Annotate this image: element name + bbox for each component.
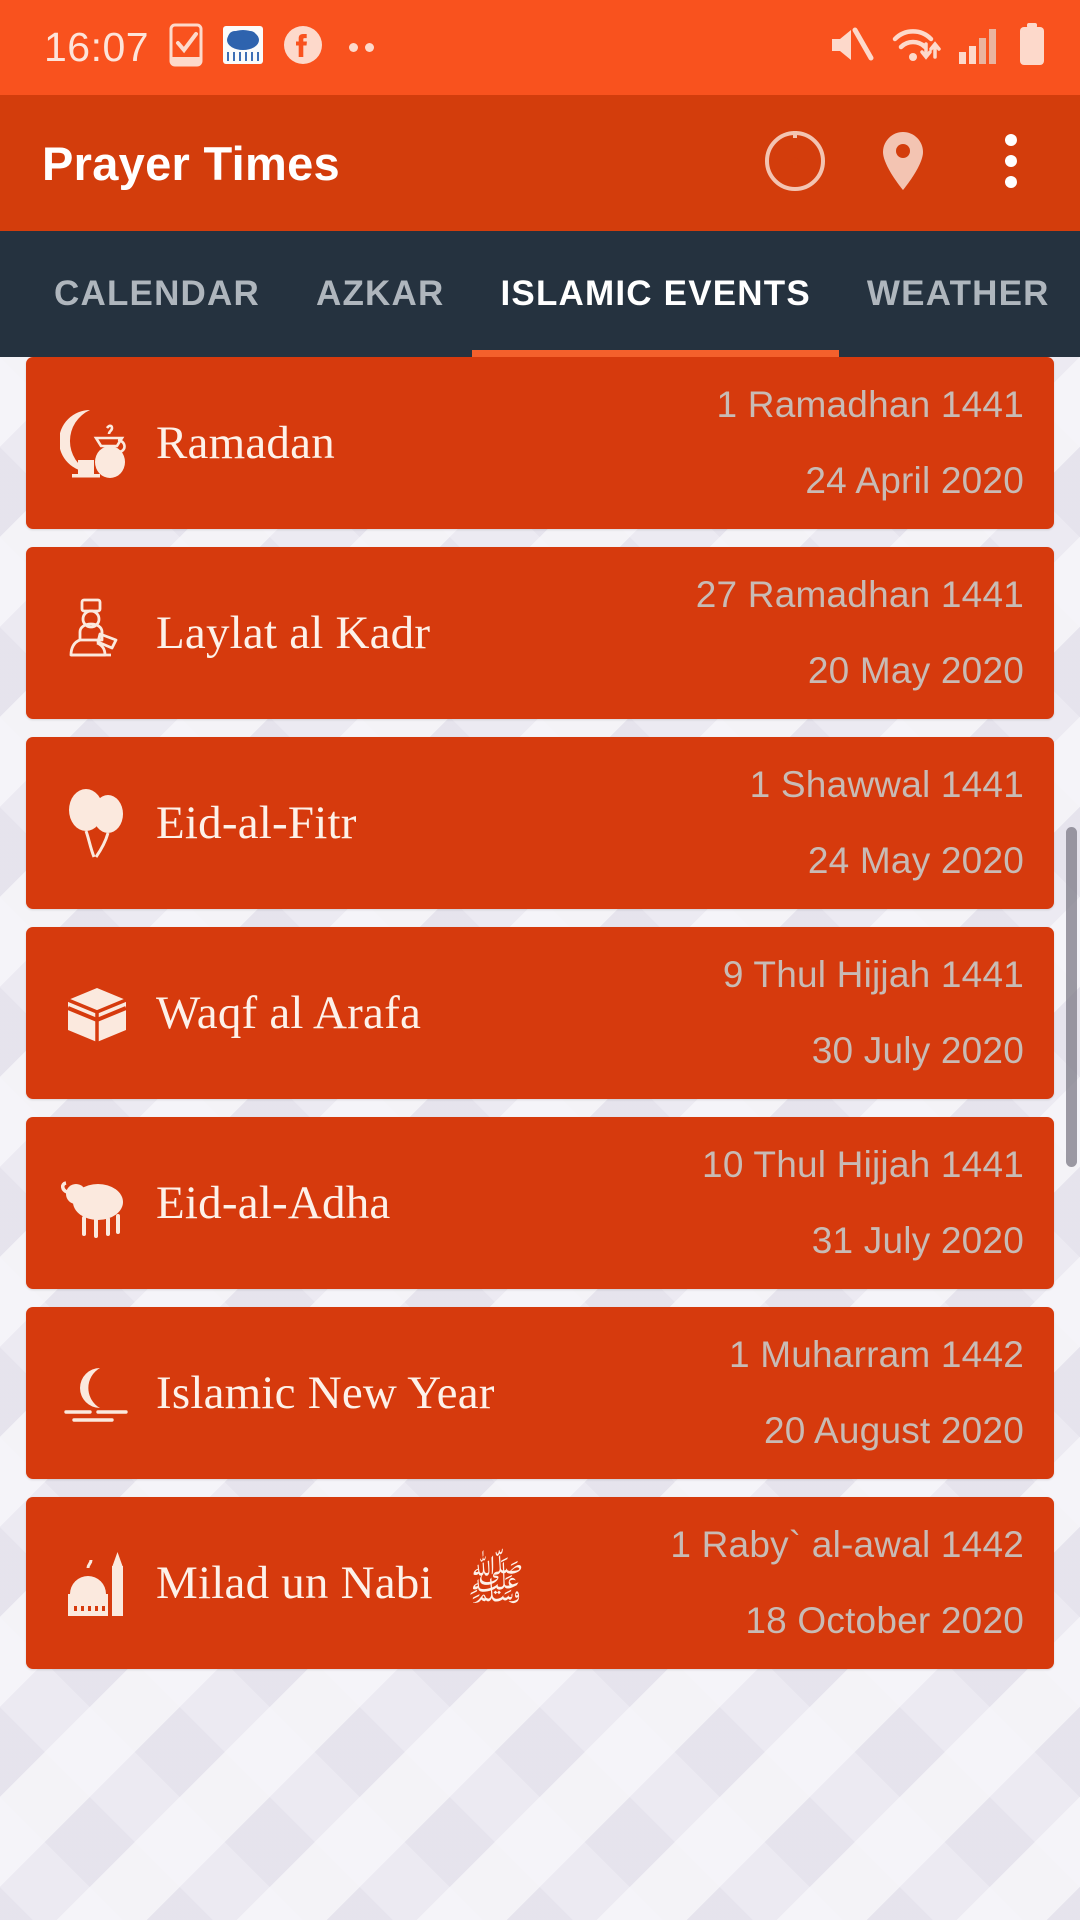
- hijri-date: 10 Thul Hijjah 1441: [702, 1144, 1024, 1185]
- weather-rain-icon: [223, 24, 264, 71]
- event-name: Islamic New Year: [156, 1367, 495, 1419]
- event-card-dates: 1 Ramadhan 1441 24 April 2020: [717, 357, 1024, 529]
- event-card-ramadan[interactable]: Ramadan 1 Ramadhan 1441 24 April 2020: [26, 357, 1054, 529]
- status-bar-right: [828, 23, 1046, 72]
- event-name: Milad un Nabi: [156, 1557, 433, 1609]
- event-card-eid-al-adha[interactable]: Eid-al-Adha 10 Thul Hijjah 1441 31 July …: [26, 1117, 1054, 1289]
- islamic-events-list[interactable]: Ramadan 1 Ramadhan 1441 24 April 2020 La…: [0, 357, 1080, 1920]
- event-card-left: Eid-al-Adha: [60, 1164, 391, 1242]
- tab-azkar[interactable]: AZKAR: [288, 231, 472, 357]
- gregorian-date: 31 July 2020: [811, 1220, 1024, 1261]
- battery-icon: [1018, 23, 1046, 72]
- location-pin-icon: [877, 128, 929, 199]
- event-name: Eid-al-Fitr: [156, 797, 357, 849]
- hijri-date: 27 Ramadhan 1441: [695, 574, 1024, 615]
- location-button[interactable]: [864, 124, 942, 202]
- event-card-left: Laylat al Kadr: [60, 594, 430, 672]
- facebook-icon: [283, 25, 323, 70]
- cellular-signal-icon: [958, 24, 1002, 71]
- event-card-dates: 1 Shawwal 1441 24 May 2020: [750, 737, 1024, 909]
- tab-bar: CALENDAR AZKAR ISLAMIC EVENTS WEATHER: [0, 231, 1080, 357]
- tab-label: ISLAMIC EVENTS: [500, 274, 811, 313]
- hijri-date: 1 Muharram 1442: [728, 1334, 1024, 1375]
- event-card-left: Ramadan: [60, 404, 335, 482]
- event-card-left: Waqf al Arafa: [60, 974, 421, 1052]
- task-checkbox-icon: [169, 23, 203, 72]
- event-card-left: Milad un Nabi ﷺ: [60, 1544, 525, 1622]
- praying-person-icon: [60, 594, 134, 672]
- crescent-moon-teapot-icon: [60, 404, 134, 482]
- tab-weather[interactable]: WEATHER: [839, 231, 1078, 357]
- status-bar: 16:07: [0, 0, 1080, 95]
- event-card-waqf-al-arafa[interactable]: Waqf al Arafa 9 Thul Hijjah 1441 30 July…: [26, 927, 1054, 1099]
- status-clock: 16:07: [44, 24, 150, 70]
- event-card-dates: 27 Ramadhan 1441 20 May 2020: [696, 547, 1024, 719]
- event-card-list: Ramadan 1 Ramadhan 1441 24 April 2020 La…: [0, 357, 1080, 1669]
- event-card-dates: 1 Raby` al-awal 1442 18 October 2020: [670, 1497, 1024, 1669]
- hijri-date: 9 Thul Hijjah 1441: [722, 954, 1024, 995]
- hijri-date: 1 Raby` al-awal 1442: [670, 1524, 1024, 1565]
- qibla-compass-button[interactable]: [756, 124, 834, 202]
- page-title: Prayer Times: [42, 136, 340, 190]
- hijri-date: 1 Ramadhan 1441: [716, 384, 1024, 425]
- kaaba-icon: [60, 974, 134, 1052]
- event-card-dates: 9 Thul Hijjah 1441 30 July 2020: [723, 927, 1024, 1099]
- mosque-icon: [60, 1544, 134, 1622]
- wifi-icon: [890, 24, 942, 71]
- more-vertical-icon: [1001, 128, 1021, 199]
- event-card-dates: 10 Thul Hijjah 1441 31 July 2020: [702, 1117, 1024, 1289]
- tab-islamic-events[interactable]: ISLAMIC EVENTS: [472, 231, 840, 357]
- gregorian-date: 20 May 2020: [807, 650, 1024, 691]
- app-bar-actions: [756, 124, 1050, 202]
- compass-icon: [762, 128, 828, 199]
- gregorian-date: 24 May 2020: [807, 840, 1024, 881]
- tab-calendar[interactable]: CALENDAR: [26, 231, 288, 357]
- event-card-dates: 1 Muharram 1442 20 August 2020: [729, 1307, 1024, 1479]
- gregorian-date: 20 August 2020: [764, 1410, 1024, 1451]
- balloons-icon: [60, 784, 134, 862]
- event-card-left: Eid-al-Fitr: [60, 784, 357, 862]
- overflow-menu-button[interactable]: [972, 124, 1050, 202]
- event-name: Waqf al Arafa: [156, 987, 422, 1039]
- event-card-left: Islamic New Year: [60, 1354, 495, 1432]
- vertical-scrollbar[interactable]: [1066, 827, 1077, 1167]
- tab-label: CALENDAR: [54, 274, 260, 313]
- event-card-milad-un-nabi[interactable]: Milad un Nabi ﷺ 1 Raby` al-awal 1442 18 …: [26, 1497, 1054, 1669]
- gregorian-date: 30 July 2020: [811, 1030, 1024, 1071]
- gregorian-date: 18 October 2020: [745, 1600, 1024, 1641]
- event-name: Laylat al Kadr: [156, 607, 431, 659]
- event-name: Ramadan: [156, 417, 335, 469]
- event-card-islamic-new-year[interactable]: Islamic New Year 1 Muharram 1442 20 Augu…: [26, 1307, 1054, 1479]
- status-bar-left: 16:07: [44, 23, 375, 72]
- app-bar: Prayer Times: [0, 95, 1080, 231]
- crescent-horizon-icon: [60, 1354, 134, 1432]
- more-notifications-dots: [349, 43, 375, 52]
- sallallahu-alayhi-wasallam-glyph: ﷺ: [466, 1555, 525, 1611]
- sheep-icon: [60, 1164, 134, 1242]
- gregorian-date: 24 April 2020: [805, 460, 1024, 501]
- event-card-laylat-al-kadr[interactable]: Laylat al Kadr 27 Ramadhan 1441 20 May 2…: [26, 547, 1054, 719]
- mute-icon: [828, 24, 874, 71]
- tab-label: WEATHER: [866, 274, 1050, 313]
- tab-label: AZKAR: [315, 274, 445, 313]
- event-card-eid-al-fitr[interactable]: Eid-al-Fitr 1 Shawwal 1441 24 May 2020: [26, 737, 1054, 909]
- event-name: Eid-al-Adha: [156, 1177, 391, 1229]
- hijri-date: 1 Shawwal 1441: [749, 764, 1024, 805]
